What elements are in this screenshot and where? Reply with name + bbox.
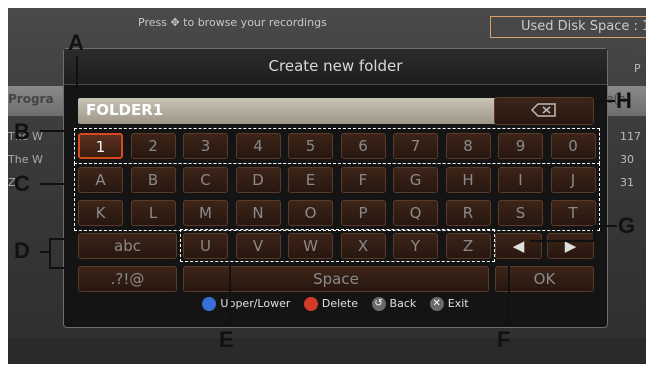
callout-g: G xyxy=(618,213,636,238)
key-6[interactable]: 6 xyxy=(340,133,386,159)
callout-d-bracket xyxy=(49,238,51,268)
callout-c: C xyxy=(14,171,30,196)
key-d[interactable]: D xyxy=(235,167,281,193)
recording-size: 117 xyxy=(620,130,641,143)
key-8[interactable]: 8 xyxy=(445,133,491,159)
key-a[interactable]: A xyxy=(78,167,123,193)
callout-h-line xyxy=(595,100,615,102)
callout-g-line xyxy=(593,225,617,227)
key-g[interactable]: G xyxy=(393,167,438,193)
blue-button-icon xyxy=(202,297,217,311)
callout-d-bottom xyxy=(49,267,69,269)
callout-f-line xyxy=(508,266,510,326)
exit-icon: ✕ xyxy=(429,297,444,311)
key-u[interactable]: U xyxy=(183,233,228,259)
bg-p-label: P xyxy=(634,62,641,75)
backspace-key[interactable] xyxy=(494,97,594,125)
button-hint-bar: Upper/Lower Delete ↺ Back ✕ Exit xyxy=(64,297,607,323)
key-n[interactable]: N xyxy=(235,200,281,226)
key-q[interactable]: Q xyxy=(393,200,438,226)
key-h[interactable]: H xyxy=(445,167,491,193)
callout-g-vert xyxy=(593,225,595,242)
key-t[interactable]: T xyxy=(550,200,596,226)
key-k[interactable]: K xyxy=(78,200,123,226)
key-o[interactable]: O xyxy=(288,200,333,226)
key-s[interactable]: S xyxy=(498,200,543,226)
key-0[interactable]: 0 xyxy=(550,133,596,159)
hint-exit: ✕ Exit xyxy=(429,297,469,311)
recording-size: 30 xyxy=(620,153,634,166)
callout-g-bottom xyxy=(530,240,594,242)
symbols-mode-key[interactable]: .?!@ xyxy=(78,266,177,292)
key-b[interactable]: B xyxy=(130,167,176,193)
key-4[interactable]: 4 xyxy=(235,133,281,159)
callout-a-line xyxy=(76,56,78,90)
hint-back-label: Back xyxy=(389,297,417,310)
callout-e-line xyxy=(229,266,231,326)
callout-d-top xyxy=(49,238,69,240)
key-v[interactable]: V xyxy=(235,233,281,259)
key-f[interactable]: F xyxy=(340,167,386,193)
browse-hint: Press ✥ to browse your recordings xyxy=(138,16,327,29)
key-z[interactable]: Z xyxy=(445,233,491,259)
abc-mode-key[interactable]: abc xyxy=(78,233,177,259)
tv-screen: Press ✥ to browse your recordings Used D… xyxy=(8,8,646,364)
key-2[interactable]: 2 xyxy=(130,133,176,159)
key-3[interactable]: 3 xyxy=(183,133,228,159)
footer-bar xyxy=(8,338,646,364)
key-c[interactable]: C xyxy=(183,167,228,193)
key-5[interactable]: 5 xyxy=(288,133,333,159)
folder-name-input[interactable]: FOLDER1 xyxy=(78,98,503,124)
callout-a: A xyxy=(68,30,84,55)
disk-space-label: Used Disk Space : 1 xyxy=(490,16,646,38)
key-e[interactable]: E xyxy=(288,167,333,193)
recording-size: 31 xyxy=(620,176,634,189)
callout-f: F xyxy=(497,327,511,352)
callout-b-line xyxy=(40,130,68,132)
key-9[interactable]: 9 xyxy=(498,133,543,159)
callout-d: D xyxy=(14,238,30,263)
key-l[interactable]: L xyxy=(130,200,176,226)
cursor-left-key[interactable]: ◀ xyxy=(495,233,542,259)
program-column-header: Progra xyxy=(8,92,54,106)
hint-delete: Delete xyxy=(303,297,359,311)
hint-delete-label: Delete xyxy=(321,297,359,310)
key-x[interactable]: X xyxy=(340,233,386,259)
key-1[interactable]: 1 xyxy=(78,133,123,159)
key-7[interactable]: 7 xyxy=(393,133,438,159)
create-folder-dialog: Create new folder FOLDER1 1234567890ABCD… xyxy=(63,48,608,328)
key-j[interactable]: J xyxy=(550,167,596,193)
key-m[interactable]: M xyxy=(183,200,228,226)
key-y[interactable]: Y xyxy=(393,233,438,259)
backspace-icon xyxy=(531,102,556,117)
hint-upper-lower: Upper/Lower xyxy=(202,297,290,311)
cursor-right-key[interactable]: ▶ xyxy=(547,233,594,259)
callout-e: E xyxy=(219,327,234,352)
hint-back: ↺ Back xyxy=(371,297,417,311)
key-w[interactable]: W xyxy=(288,233,333,259)
key-r[interactable]: R xyxy=(445,200,491,226)
callout-c-line xyxy=(40,183,68,185)
recording-row: The W xyxy=(8,153,43,166)
callout-b: B xyxy=(14,119,30,144)
hint-exit-label: Exit xyxy=(447,297,469,310)
dialog-title: Create new folder xyxy=(64,49,607,85)
key-i[interactable]: I xyxy=(498,167,543,193)
key-p[interactable]: P xyxy=(340,200,386,226)
callout-h: H xyxy=(616,88,632,113)
red-button-icon xyxy=(303,297,318,311)
back-icon: ↺ xyxy=(371,297,386,311)
